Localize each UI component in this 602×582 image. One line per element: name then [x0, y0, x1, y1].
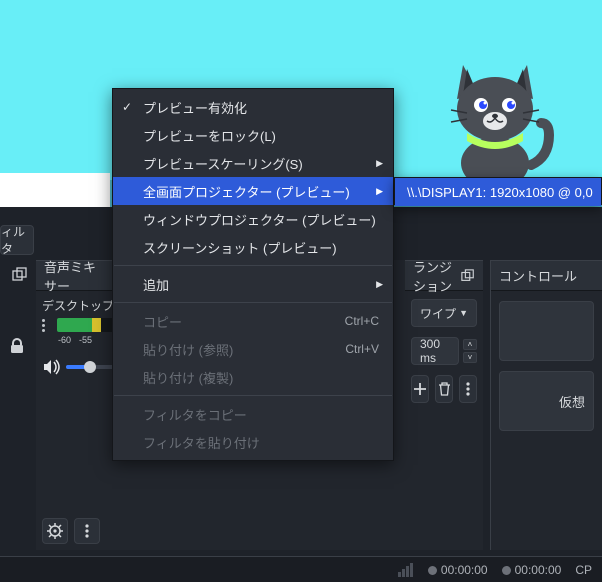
check-icon: ✓	[122, 100, 132, 114]
fullscreen-projector-submenu: \\.\DISPLAY1: 1920x1080 @ 0,0	[394, 177, 602, 205]
controls-panel: コントロール 仮想	[490, 260, 602, 550]
cat-illustration	[437, 55, 557, 195]
control-button-1[interactable]	[499, 301, 594, 361]
add-transition-button[interactable]	[411, 375, 429, 403]
mixer-channel-label: デスクトップ音	[42, 297, 120, 314]
status-cpu: CP	[575, 563, 592, 577]
mixer-more-button[interactable]	[74, 518, 100, 544]
submenu-display1[interactable]: \\.\DISPLAY1: 1920x1080 @ 0,0	[395, 178, 601, 206]
menu-copy: コピー Ctrl+C	[113, 307, 393, 335]
db-mark: -55	[79, 335, 92, 345]
transition-select[interactable]: ワイプ ▼	[411, 299, 477, 327]
menu-paste-filters: フィルタを貼り付け	[113, 428, 393, 456]
menu-paste-dup: 貼り付け (複製)	[113, 363, 393, 391]
status-bar: 00:00:00 00:00:00 CP	[0, 556, 602, 582]
duration-down-button[interactable]: ˅	[463, 352, 477, 363]
menu-window-projector[interactable]: ウィンドウプロジェクター (プレビュー)	[113, 205, 393, 233]
menu-separator	[114, 265, 392, 266]
mixer-settings-button[interactable]	[42, 518, 68, 544]
status-time-2: 00:00:00	[502, 563, 562, 577]
menu-separator	[114, 302, 392, 303]
drag-handle-icon[interactable]	[42, 319, 53, 332]
controls-title: コントロール	[499, 266, 577, 285]
controls-header[interactable]: コントロール	[491, 261, 602, 291]
lock-icon[interactable]	[10, 338, 24, 354]
menu-preview-scaling[interactable]: プレビュースケーリング(S)	[113, 149, 393, 177]
popout-icon[interactable]	[461, 267, 475, 285]
chevron-down-icon: ▼	[459, 308, 468, 318]
audio-mixer-title: 音声ミキサー	[44, 257, 104, 295]
delete-transition-button[interactable]	[435, 375, 453, 403]
virtual-camera-button[interactable]: 仮想	[499, 371, 594, 431]
menu-screenshot[interactable]: スクリーンショット (プレビュー)	[113, 233, 393, 261]
transition-select-value: ワイプ	[420, 305, 456, 322]
transition-title: ランジション	[413, 257, 461, 295]
menu-fullscreen-projector[interactable]: 全画面プロジェクター (プレビュー)	[113, 177, 393, 205]
menu-copy-filters: フィルタをコピー	[113, 400, 393, 428]
duration-up-button[interactable]: ˄	[463, 339, 477, 350]
transition-header[interactable]: ランジション	[405, 261, 483, 291]
menu-separator	[114, 395, 392, 396]
network-bars-icon	[398, 563, 414, 577]
volume-meter	[57, 318, 120, 332]
menu-paste-ref: 貼り付け (参照) Ctrl+V	[113, 335, 393, 363]
transition-duration-input[interactable]: 300 ms	[411, 337, 459, 365]
menu-preview-enable[interactable]: ✓ プレビュー有効化	[113, 93, 393, 121]
transition-more-button[interactable]	[459, 375, 477, 403]
preview-context-menu: ✓ プレビュー有効化 プレビューをロック(L) プレビュースケーリング(S) 全…	[112, 88, 394, 461]
db-mark: -60	[58, 335, 71, 345]
menu-add[interactable]: 追加	[113, 270, 393, 298]
menu-preview-lock[interactable]: プレビューをロック(L)	[113, 121, 393, 149]
filters-button[interactable]: ィルタ	[0, 225, 34, 255]
speaker-icon[interactable]	[42, 357, 62, 377]
popout-icon[interactable]	[12, 267, 28, 283]
preview-inner-rect	[0, 173, 110, 207]
scene-transition-panel: ランジション ワイプ ▼ 300 ms ˄ ˅	[405, 260, 483, 550]
status-time-1: 00:00:00	[428, 563, 488, 577]
left-lock-column	[0, 260, 36, 550]
